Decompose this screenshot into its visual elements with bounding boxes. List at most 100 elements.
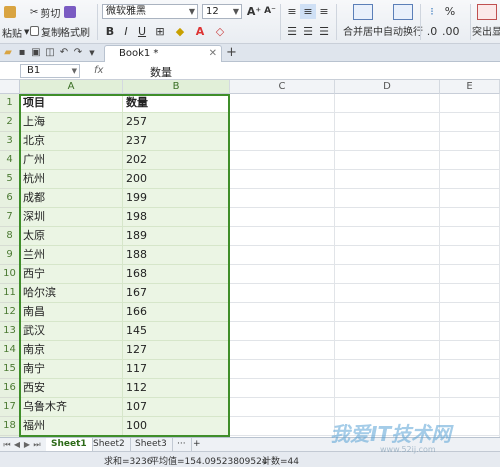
empty-cell[interactable] — [335, 322, 440, 341]
empty-cell[interactable] — [230, 94, 335, 113]
empty-cell[interactable] — [335, 284, 440, 303]
table-cell[interactable]: 西宁 — [20, 265, 123, 284]
align-right-icon[interactable]: ☰ — [316, 24, 332, 39]
empty-cell[interactable] — [440, 208, 500, 227]
table-cell[interactable]: 145 — [123, 322, 230, 341]
italic-icon[interactable]: I — [118, 24, 134, 39]
empty-cell[interactable] — [230, 246, 335, 265]
empty-cell[interactable] — [335, 341, 440, 360]
row-header[interactable]: 18 — [0, 417, 20, 436]
empty-cell[interactable] — [440, 284, 500, 303]
align-bottom-icon[interactable]: ≡ — [316, 4, 332, 19]
table-cell[interactable]: 167 — [123, 284, 230, 303]
empty-cell[interactable] — [440, 170, 500, 189]
empty-cell[interactable] — [230, 151, 335, 170]
empty-cell[interactable] — [335, 94, 440, 113]
table-cell[interactable]: 107 — [123, 398, 230, 417]
empty-cell[interactable] — [230, 379, 335, 398]
empty-cell[interactable] — [230, 170, 335, 189]
next-sheet-icon[interactable]: ▶ — [22, 438, 32, 451]
font-size-select[interactable]: 12 ▼ — [202, 4, 242, 19]
table-cell[interactable]: 202 — [123, 151, 230, 170]
empty-cell[interactable] — [440, 151, 500, 170]
empty-cell[interactable] — [335, 132, 440, 151]
previous-sheet-icon[interactable]: ◀ — [12, 438, 22, 451]
empty-cell[interactable] — [440, 398, 500, 417]
empty-cell[interactable] — [230, 227, 335, 246]
first-sheet-icon[interactable]: ⏮ — [2, 438, 12, 451]
table-cell[interactable]: 257 — [123, 113, 230, 132]
empty-cell[interactable] — [440, 132, 500, 151]
empty-cell[interactable] — [335, 113, 440, 132]
fill-color-icon[interactable]: ◆ — [172, 24, 188, 39]
align-middle-icon[interactable]: ≡ — [300, 4, 316, 19]
empty-cell[interactable] — [440, 113, 500, 132]
undo-icon[interactable]: ↶ — [58, 47, 70, 59]
table-cell[interactable]: 100 — [123, 417, 230, 436]
table-cell[interactable]: 117 — [123, 360, 230, 379]
row-header[interactable]: 12 — [0, 303, 20, 322]
table-cell[interactable]: 168 — [123, 265, 230, 284]
empty-cell[interactable] — [230, 208, 335, 227]
font-name-select[interactable]: 微软雅黑 ▼ — [102, 4, 198, 19]
empty-cell[interactable] — [230, 341, 335, 360]
row-header[interactable]: 1 — [0, 94, 20, 113]
table-cell[interactable]: 成都 — [20, 189, 123, 208]
column-header-b[interactable]: B — [123, 80, 230, 94]
empty-cell[interactable] — [335, 379, 440, 398]
last-sheet-icon[interactable]: ⏭ — [32, 438, 42, 451]
wrap-text-button[interactable]: 自动换行 — [376, 2, 430, 42]
align-top-icon[interactable]: ≡ — [284, 4, 300, 19]
table-cell[interactable]: 北京 — [20, 132, 123, 151]
empty-cell[interactable] — [230, 132, 335, 151]
cell-grid[interactable]: A B C D E 1 项目 数量 2 上海 257 3 北京 237 4 广州 202 5 杭州 200 6 成都 199… — [0, 80, 500, 437]
font-color-icon[interactable]: A — [192, 24, 208, 39]
bold-icon[interactable]: B — [102, 24, 118, 39]
empty-cell[interactable] — [335, 398, 440, 417]
empty-cell[interactable] — [440, 322, 500, 341]
empty-cell[interactable] — [440, 303, 500, 322]
row-header[interactable]: 13 — [0, 322, 20, 341]
copy-button[interactable]: 复制 — [30, 23, 61, 39]
sheet-tab-sheet3[interactable]: Sheet3 — [130, 438, 173, 451]
table-cell[interactable]: 南京 — [20, 341, 123, 360]
paste-icon[interactable] — [4, 4, 16, 20]
new-tab-button[interactable]: + — [226, 45, 237, 60]
row-header[interactable]: 3 — [0, 132, 20, 151]
table-cell[interactable]: 166 — [123, 303, 230, 322]
open-folder-icon[interactable]: ▰ — [2, 47, 14, 59]
row-header[interactable]: 11 — [0, 284, 20, 303]
table-cell[interactable]: 198 — [123, 208, 230, 227]
column-header-a[interactable]: A — [20, 80, 123, 94]
underline-icon[interactable]: U — [134, 24, 150, 39]
table-cell[interactable]: 南昌 — [20, 303, 123, 322]
row-header[interactable]: 5 — [0, 170, 20, 189]
empty-cell[interactable] — [230, 398, 335, 417]
row-header[interactable]: 4 — [0, 151, 20, 170]
table-cell[interactable]: 西安 — [20, 379, 123, 398]
column-header-d[interactable]: D — [335, 80, 440, 94]
empty-cell[interactable] — [335, 208, 440, 227]
document-tab[interactable]: Book1 * ✕ — [104, 45, 222, 62]
table-cell[interactable]: 广州 — [20, 151, 123, 170]
number-format-icon[interactable]: ⁝ — [424, 4, 440, 19]
row-header[interactable]: 7 — [0, 208, 20, 227]
empty-cell[interactable] — [335, 303, 440, 322]
border-icon[interactable]: ⊞ — [152, 24, 168, 39]
row-header[interactable]: 16 — [0, 379, 20, 398]
empty-cell[interactable] — [440, 379, 500, 398]
table-cell[interactable]: 项目 — [20, 94, 123, 113]
table-cell[interactable]: 深圳 — [20, 208, 123, 227]
empty-cell[interactable] — [335, 170, 440, 189]
empty-cell[interactable] — [335, 360, 440, 379]
empty-cell[interactable] — [335, 189, 440, 208]
table-cell[interactable]: 112 — [123, 379, 230, 398]
align-left-icon[interactable]: ☰ — [284, 24, 300, 39]
add-sheet-button[interactable]: + — [188, 438, 206, 451]
chevron-down-icon[interactable]: ▼ — [86, 47, 98, 59]
empty-cell[interactable] — [335, 265, 440, 284]
save-icon[interactable]: ▪ — [16, 47, 28, 59]
table-cell[interactable]: 杭州 — [20, 170, 123, 189]
print-preview-icon[interactable]: ◫ — [44, 47, 56, 59]
select-all-corner[interactable] — [0, 80, 20, 94]
